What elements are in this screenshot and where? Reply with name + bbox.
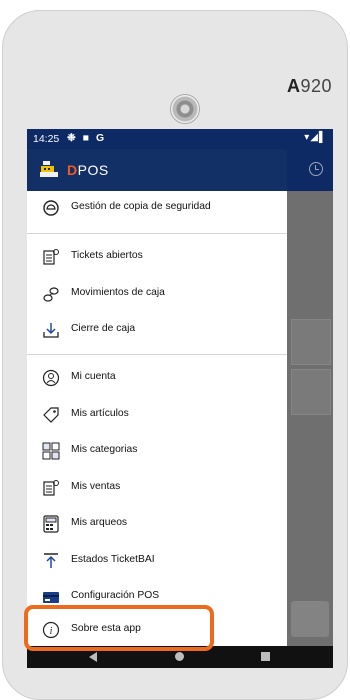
menu-item-ticketbai-status[interactable]: Estados TicketBAI (27, 546, 287, 576)
clock-icon[interactable] (309, 162, 323, 176)
background-card (291, 369, 331, 415)
menu-item-label: Mis artículos (71, 408, 129, 419)
menu-item-my-sales[interactable]: Mis ventas (27, 473, 287, 503)
menu-item-label: Gestión de copia de seguridad (71, 201, 211, 212)
tag-icon (43, 407, 59, 423)
backup-icon (43, 200, 59, 216)
drawer-scrim[interactable] (287, 191, 333, 646)
divider (27, 354, 287, 355)
status-bar: 14:25 ❉ ■ G ▾◢▌ (27, 129, 333, 149)
background-button (291, 601, 329, 637)
menu-item-label: Configuración POS (71, 590, 160, 601)
menu-item-label: Cierre de caja (71, 323, 136, 334)
home-icon[interactable] (175, 652, 184, 661)
navigation-drawer: Gestión de copia de seguridad Tickets ab… (27, 191, 287, 646)
drawer-header: DPOS (27, 149, 287, 191)
system-icons: ▾◢▌ (304, 132, 327, 143)
menu-item-my-categories[interactable]: Mis categorias (27, 436, 287, 466)
cash-register-icon (40, 161, 58, 177)
menu-item-label: Mis arqueos (71, 517, 128, 528)
menu-item-cash-movements[interactable]: Movimientos de caja (27, 279, 287, 309)
menu-item-my-cash-counts[interactable]: Mis arqueos (27, 509, 287, 539)
divider (27, 233, 287, 234)
menu-item-label: Movimientos de caja (71, 287, 165, 298)
highlight-box (24, 605, 214, 651)
coins-icon (43, 287, 59, 302)
account-icon (42, 369, 60, 387)
menu-item-open-tickets[interactable]: Tickets abiertos (27, 242, 287, 272)
upload-icon (44, 553, 58, 568)
menu-item-label: Mi cuenta (71, 371, 116, 382)
camera-icon (170, 94, 200, 124)
phone-screen: 14:25 ❉ ■ G ▾◢▌ DPOS Gestión de copia de… (27, 129, 333, 668)
categories-icon (42, 442, 60, 460)
back-icon[interactable] (89, 652, 97, 662)
menu-item-label: Mis categorias (71, 444, 138, 455)
notification-icons: ❉ ■ G (67, 132, 107, 144)
menu-item-label: Mis ventas (71, 481, 121, 492)
cash-count-icon (43, 515, 59, 533)
sales-icon (43, 480, 59, 496)
app-logo: DPOS (67, 162, 109, 178)
menu-item-label: Estados TicketBAI (71, 554, 155, 565)
card-icon (43, 592, 59, 603)
menu-item-backup[interactable]: Gestión de copia de seguridad (27, 193, 287, 223)
menu-item-my-account[interactable]: Mi cuenta (27, 363, 287, 393)
menu-item-my-articles[interactable]: Mis artículos (27, 400, 287, 430)
menu-item-label: Tickets abiertos (71, 250, 143, 261)
status-time: 14:25 (33, 133, 60, 145)
tickets-icon (43, 249, 59, 265)
device-frame: A920 14:25 ❉ ■ G ▾◢▌ DPOS Gestión de cop… (0, 0, 350, 700)
download-icon (43, 323, 59, 338)
device-model-label: A920 (286, 76, 332, 96)
menu-item-cash-close[interactable]: Cierre de caja (27, 315, 287, 345)
background-card (291, 319, 331, 365)
recent-apps-icon[interactable] (261, 652, 270, 661)
